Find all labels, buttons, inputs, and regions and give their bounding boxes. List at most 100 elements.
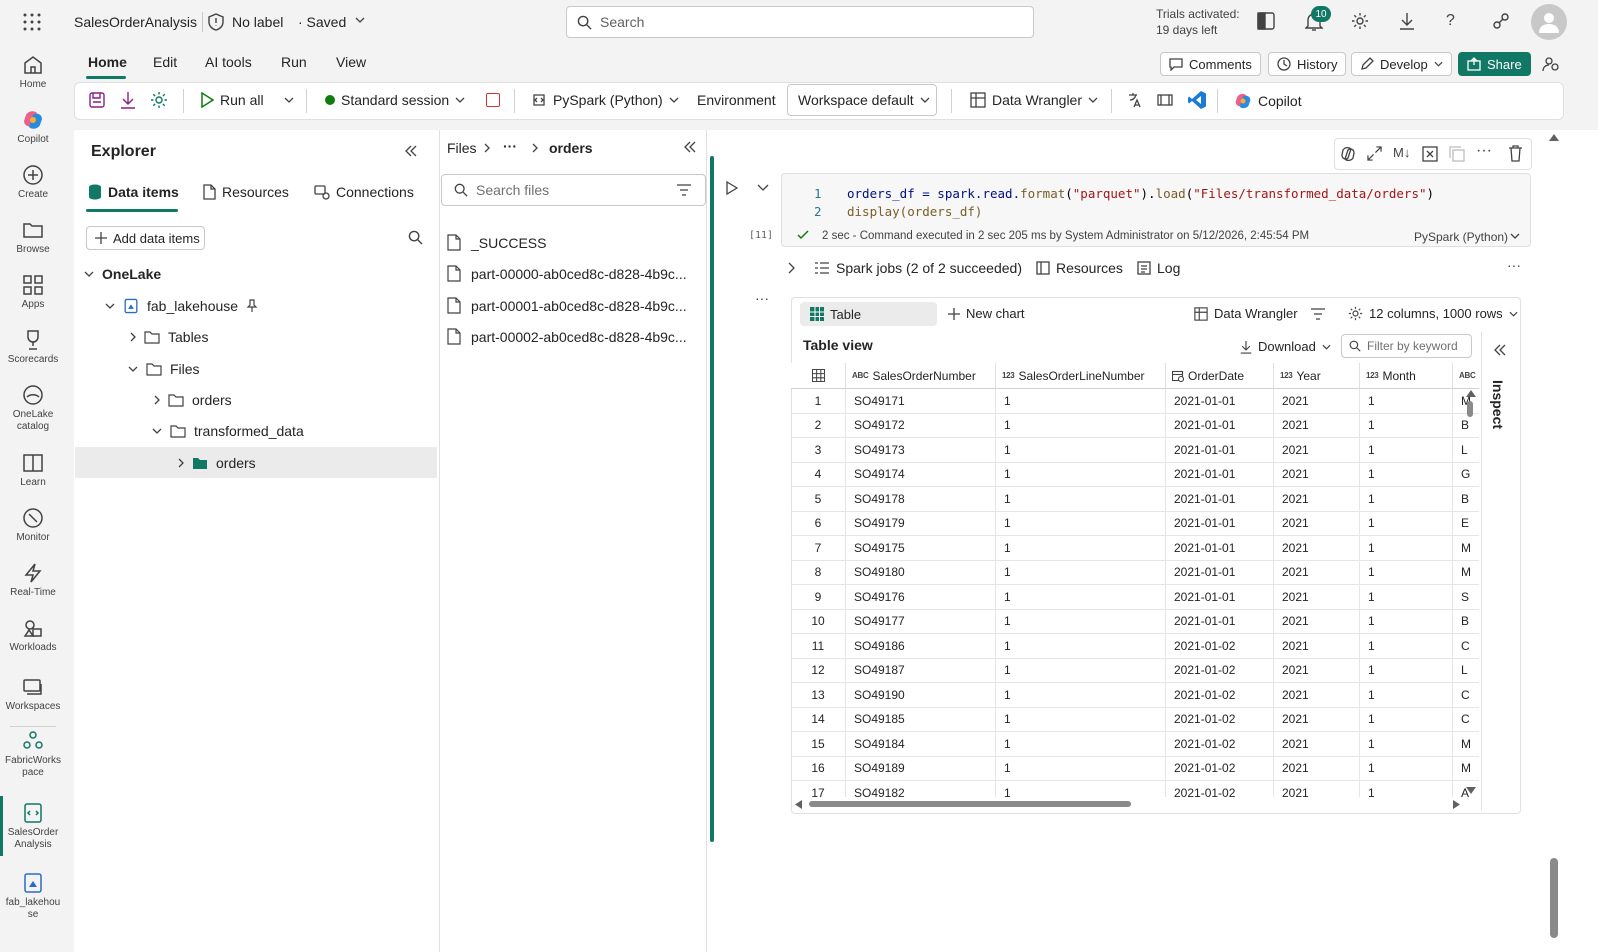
table-cell[interactable]: SO49178 (846, 487, 996, 512)
rail-item-copilot[interactable]: Copilot (0, 109, 66, 146)
row-index-cell[interactable]: 3 (791, 438, 846, 463)
table-cell[interactable]: 1 (996, 756, 1166, 781)
table-cell[interactable]: 1 (996, 511, 1166, 536)
table-cell[interactable]: 1 (1360, 707, 1453, 732)
tab-ai-tools[interactable]: AI tools (205, 54, 252, 70)
expand-icon[interactable] (1367, 146, 1382, 161)
filter-icon[interactable] (677, 184, 691, 196)
share-button[interactable]: Share (1458, 52, 1531, 76)
panel-toggle-icon[interactable] (1257, 12, 1275, 30)
table-cell[interactable]: 2021-01-01 (1166, 438, 1274, 463)
breadcrumb-files[interactable]: Files (447, 140, 477, 156)
table-cell[interactable]: 1 (1360, 438, 1453, 463)
row-index-cell[interactable]: 15 (791, 732, 846, 757)
rail-item-monitor[interactable]: Monitor (0, 507, 66, 544)
chevron-down-icon[interactable] (284, 97, 294, 103)
file-item[interactable]: part-00000-ab0ced8c-d828-4b9c... (447, 265, 687, 282)
tree-item-lakehouse[interactable]: fab_lakehouse (105, 298, 258, 314)
table-cell[interactable]: 2021 (1274, 389, 1360, 414)
tab-home[interactable]: Home (88, 54, 127, 70)
chevron-down-icon[interactable] (355, 17, 365, 23)
table-cell[interactable]: SO49187 (846, 658, 996, 683)
table-cell[interactable]: 2021-01-01 (1166, 413, 1274, 438)
horizontal-scrollbar[interactable] (795, 798, 1463, 810)
table-cell[interactable]: SO49173 (846, 438, 996, 463)
search-files-input[interactable]: Search files (441, 174, 706, 206)
rail-item-real-time[interactable]: Real-Time (0, 562, 66, 599)
table-cell[interactable]: 2021-01-02 (1166, 781, 1274, 797)
table-cell[interactable]: 1 (1360, 781, 1453, 797)
table-cell[interactable]: 2021-01-01 (1166, 487, 1274, 512)
rail-item-workspaces[interactable]: Workspaces (0, 676, 66, 713)
file-item[interactable]: part-00002-ab0ced8c-d828-4b9c... (447, 328, 687, 345)
row-index-cell[interactable]: 14 (791, 707, 846, 732)
table-cell[interactable]: 2021-01-02 (1166, 707, 1274, 732)
search-icon[interactable] (408, 230, 423, 245)
app-launcher-icon[interactable] (22, 12, 42, 32)
table-cell[interactable]: 2021-01-02 (1166, 683, 1274, 708)
table-cell[interactable]: 2021-01-01 (1166, 560, 1274, 585)
page-scroll-thumb[interactable] (1550, 858, 1558, 938)
table-cell[interactable]: 2021 (1274, 487, 1360, 512)
table-cell[interactable]: 2021 (1274, 707, 1360, 732)
data-wrangler-button[interactable]: Data Wrangler (1194, 306, 1298, 321)
table-cell[interactable]: SO49185 (846, 707, 996, 732)
table-cell[interactable]: 1 (996, 560, 1166, 585)
table-cell[interactable]: SO49171 (846, 389, 996, 414)
copilot-cell-icon[interactable] (1340, 146, 1356, 162)
table-view-tab[interactable]: Table (800, 302, 937, 326)
table-cell[interactable]: 2021-01-01 (1166, 536, 1274, 561)
table-cell[interactable]: SO49179 (846, 511, 996, 536)
share-feedback-icon[interactable] (1492, 12, 1510, 30)
chevron-right-icon[interactable] (788, 262, 795, 274)
columns-rows-settings[interactable]: 12 columns, 1000 rows (1348, 306, 1518, 321)
stop-session-icon[interactable] (486, 93, 500, 107)
table-cell[interactable]: 2021 (1274, 585, 1360, 610)
download-icon[interactable] (1399, 12, 1415, 30)
rail-item-salesorderanalysis[interactable]: SalesOrderAnalysis (0, 802, 66, 851)
row-index-cell[interactable]: 10 (791, 609, 846, 634)
table-cell[interactable]: SO49190 (846, 683, 996, 708)
table-cell[interactable]: 1 (1360, 658, 1453, 683)
table-cell[interactable]: 1 (996, 536, 1166, 561)
table-cell[interactable]: 1 (996, 732, 1166, 757)
table-cell[interactable]: 2021 (1274, 634, 1360, 659)
page-scroll-up-icon[interactable] (1549, 134, 1559, 141)
table-cell[interactable]: 1 (996, 487, 1166, 512)
tab-view[interactable]: View (336, 54, 366, 70)
column-header[interactable]: ABCF (1453, 363, 1479, 389)
saved-status[interactable]: · Saved (298, 14, 346, 30)
table-cell[interactable]: 1 (996, 634, 1166, 659)
log-button[interactable]: Log (1137, 260, 1180, 276)
rail-item-home[interactable]: Home (0, 54, 66, 91)
table-cell[interactable]: SO49172 (846, 413, 996, 438)
develop-button[interactable]: Develop (1351, 52, 1452, 76)
column-header[interactable]: 123 Year (1274, 363, 1360, 389)
row-index-cell[interactable]: 5 (791, 487, 846, 512)
row-index-cell[interactable]: 1 (791, 389, 846, 414)
rail-item-workloads[interactable]: Workloads (0, 617, 66, 654)
table-cell[interactable]: 2021 (1274, 756, 1360, 781)
tab-run[interactable]: Run (281, 54, 307, 70)
table-cell[interactable]: 1 (1360, 487, 1453, 512)
spark-jobs-toggle[interactable]: Spark jobs (2 of 2 succeeded) (814, 260, 1022, 276)
tree-item-transformed-orders[interactable]: orders (178, 455, 256, 471)
table-cell[interactable]: SO49184 (846, 732, 996, 757)
table-cell[interactable]: 2021 (1274, 560, 1360, 585)
tree-item-tables[interactable]: Tables (130, 329, 208, 345)
table-cell[interactable]: 2021 (1274, 732, 1360, 757)
table-cell[interactable]: 2021-01-01 (1166, 511, 1274, 536)
row-index-cell[interactable]: 16 (791, 756, 846, 781)
horizontal-scroll-thumb[interactable] (809, 801, 1131, 807)
tree-item-onelake[interactable]: OneLake (84, 266, 161, 282)
new-chart-button[interactable]: New chart (948, 306, 1025, 321)
table-cell[interactable]: 1 (996, 438, 1166, 463)
rail-item-learn[interactable]: Learn (0, 452, 66, 489)
rail-item-browse[interactable]: Browse (0, 219, 66, 256)
table-cell[interactable]: 2021 (1274, 658, 1360, 683)
row-index-cell[interactable]: 9 (791, 585, 846, 610)
more-options-icon[interactable]: ··· (1507, 257, 1521, 273)
rail-item-scorecards[interactable]: Scorecards (0, 329, 66, 366)
table-cell[interactable]: 2021 (1274, 462, 1360, 487)
run-cell-icon[interactable] (726, 181, 738, 195)
